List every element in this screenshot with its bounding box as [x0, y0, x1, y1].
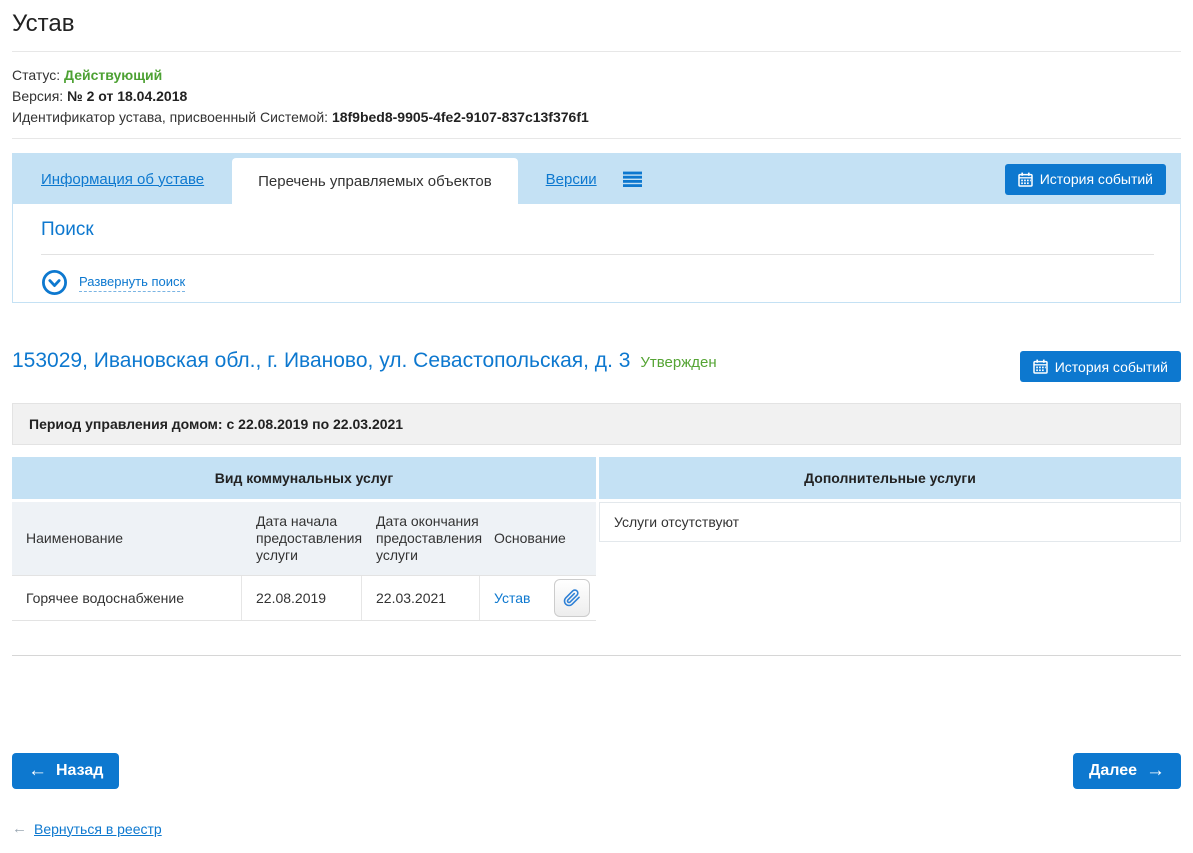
- object-history-events-label: История событий: [1055, 359, 1168, 375]
- identifier-value: 18f9bed8-9905-4fe2-9107-837c13f376f1: [332, 109, 589, 125]
- divider: [12, 138, 1181, 139]
- service-name-cell: Горячее водоснабжение: [12, 576, 242, 620]
- expand-search-row: Развернуть поиск: [41, 269, 1154, 296]
- page-title: Устав: [12, 8, 1181, 38]
- hamburger-icon: [623, 171, 642, 187]
- tab-charter-info[interactable]: Информация об уставе: [41, 171, 204, 188]
- status-line: Статус: Действующий: [12, 65, 1181, 86]
- charter-meta: Статус: Действующий Версия: № 2 от 18.04…: [12, 65, 1181, 128]
- object-status-badge: Утвержден: [640, 354, 716, 371]
- service-start-cell: 22.08.2019: [242, 576, 362, 620]
- status-value: Действующий: [64, 67, 162, 83]
- history-events-button[interactable]: История событий: [1005, 164, 1166, 195]
- object-header: 153029, Ивановская обл., г. Иваново, ул.…: [12, 349, 1181, 382]
- tab-bar: Информация об уставе Перечень управляемы…: [13, 154, 1180, 204]
- attachment-button[interactable]: [554, 579, 590, 617]
- history-events-label: История событий: [1040, 171, 1153, 187]
- search-title: Поиск: [41, 219, 1154, 241]
- navigation-buttons: ← Назад Далее →: [12, 753, 1181, 789]
- next-button-label: Далее: [1089, 762, 1137, 780]
- column-header-basis: Основание: [480, 502, 596, 575]
- column-header-name: Наименование: [12, 502, 242, 575]
- arrow-right-icon: →: [1146, 761, 1165, 780]
- divider: [12, 655, 1181, 656]
- communal-services-table: Вид коммунальных услуг Наименование Дата…: [12, 457, 596, 621]
- status-label: Статус:: [12, 67, 60, 83]
- version-value: № 2 от 18.04.2018: [67, 88, 187, 104]
- object-title: 153029, Ивановская обл., г. Иваново, ул.…: [12, 349, 717, 373]
- identifier-line: Идентификатор устава, присвоенный Систем…: [12, 107, 1181, 128]
- service-basis-cell: Устав: [480, 576, 596, 620]
- tab-versions[interactable]: Версии: [546, 171, 597, 188]
- table-header-row: Наименование Дата начала предоставления …: [12, 502, 596, 575]
- service-end-cell: 22.03.2021: [362, 576, 480, 620]
- chevron-down-circle-icon[interactable]: [41, 269, 68, 296]
- search-panel: Поиск Развернуть поиск: [13, 204, 1180, 296]
- column-header-start-date: Дата начала предоставления услуги: [242, 502, 362, 575]
- basis-charter-link[interactable]: Устав: [494, 590, 530, 606]
- additional-services-empty: Услуги отсутствуют: [599, 502, 1181, 542]
- object-history-events-button[interactable]: История событий: [1020, 351, 1181, 382]
- version-label: Версия:: [12, 88, 63, 104]
- services-tables: Вид коммунальных услуг Наименование Дата…: [12, 457, 1181, 621]
- next-button[interactable]: Далее →: [1073, 753, 1181, 789]
- object-address: 153029, Ивановская обл., г. Иваново, ул.…: [12, 349, 630, 372]
- tab-managed-objects[interactable]: Перечень управляемых объектов: [232, 158, 518, 204]
- calendar-icon: [1033, 359, 1048, 374]
- calendar-icon: [1018, 172, 1033, 187]
- additional-services-table: Дополнительные услуги Услуги отсутствуют: [599, 457, 1181, 621]
- column-header-end-date: Дата окончания предоставления услуги: [362, 502, 480, 575]
- return-to-registry-link[interactable]: Вернуться в реестр: [34, 821, 162, 837]
- divider: [41, 254, 1154, 255]
- management-period-bar: Период управления домом: с 22.08.2019 по…: [12, 403, 1181, 445]
- tabs-menu-icon[interactable]: [623, 171, 642, 187]
- charter-tabs-panel: Информация об уставе Перечень управляемы…: [12, 153, 1181, 303]
- table-row: Горячее водоснабжение 22.08.2019 22.03.2…: [12, 575, 596, 621]
- arrow-left-icon: ←: [28, 761, 47, 780]
- expand-search-link[interactable]: Развернуть поиск: [79, 274, 185, 292]
- tab-managed-objects-label: Перечень управляемых объектов: [258, 173, 492, 190]
- period-label: Период управления домом:: [29, 416, 223, 432]
- back-button-label: Назад: [56, 762, 103, 780]
- identifier-label: Идентификатор устава, присвоенный Систем…: [12, 109, 328, 125]
- return-row: ← Вернуться в реестр: [12, 820, 1181, 837]
- divider: [12, 51, 1181, 52]
- paperclip-icon: [563, 589, 581, 607]
- additional-services-header: Дополнительные услуги: [599, 457, 1181, 499]
- version-line: Версия: № 2 от 18.04.2018: [12, 86, 1181, 107]
- back-button[interactable]: ← Назад: [12, 753, 119, 789]
- arrow-left-icon: ←: [12, 820, 27, 837]
- charter-page: Устав Статус: Действующий Версия: № 2 от…: [0, 0, 1193, 853]
- communal-services-header: Вид коммунальных услуг: [12, 457, 596, 499]
- period-value: с 22.08.2019 по 22.03.2021: [226, 416, 403, 432]
